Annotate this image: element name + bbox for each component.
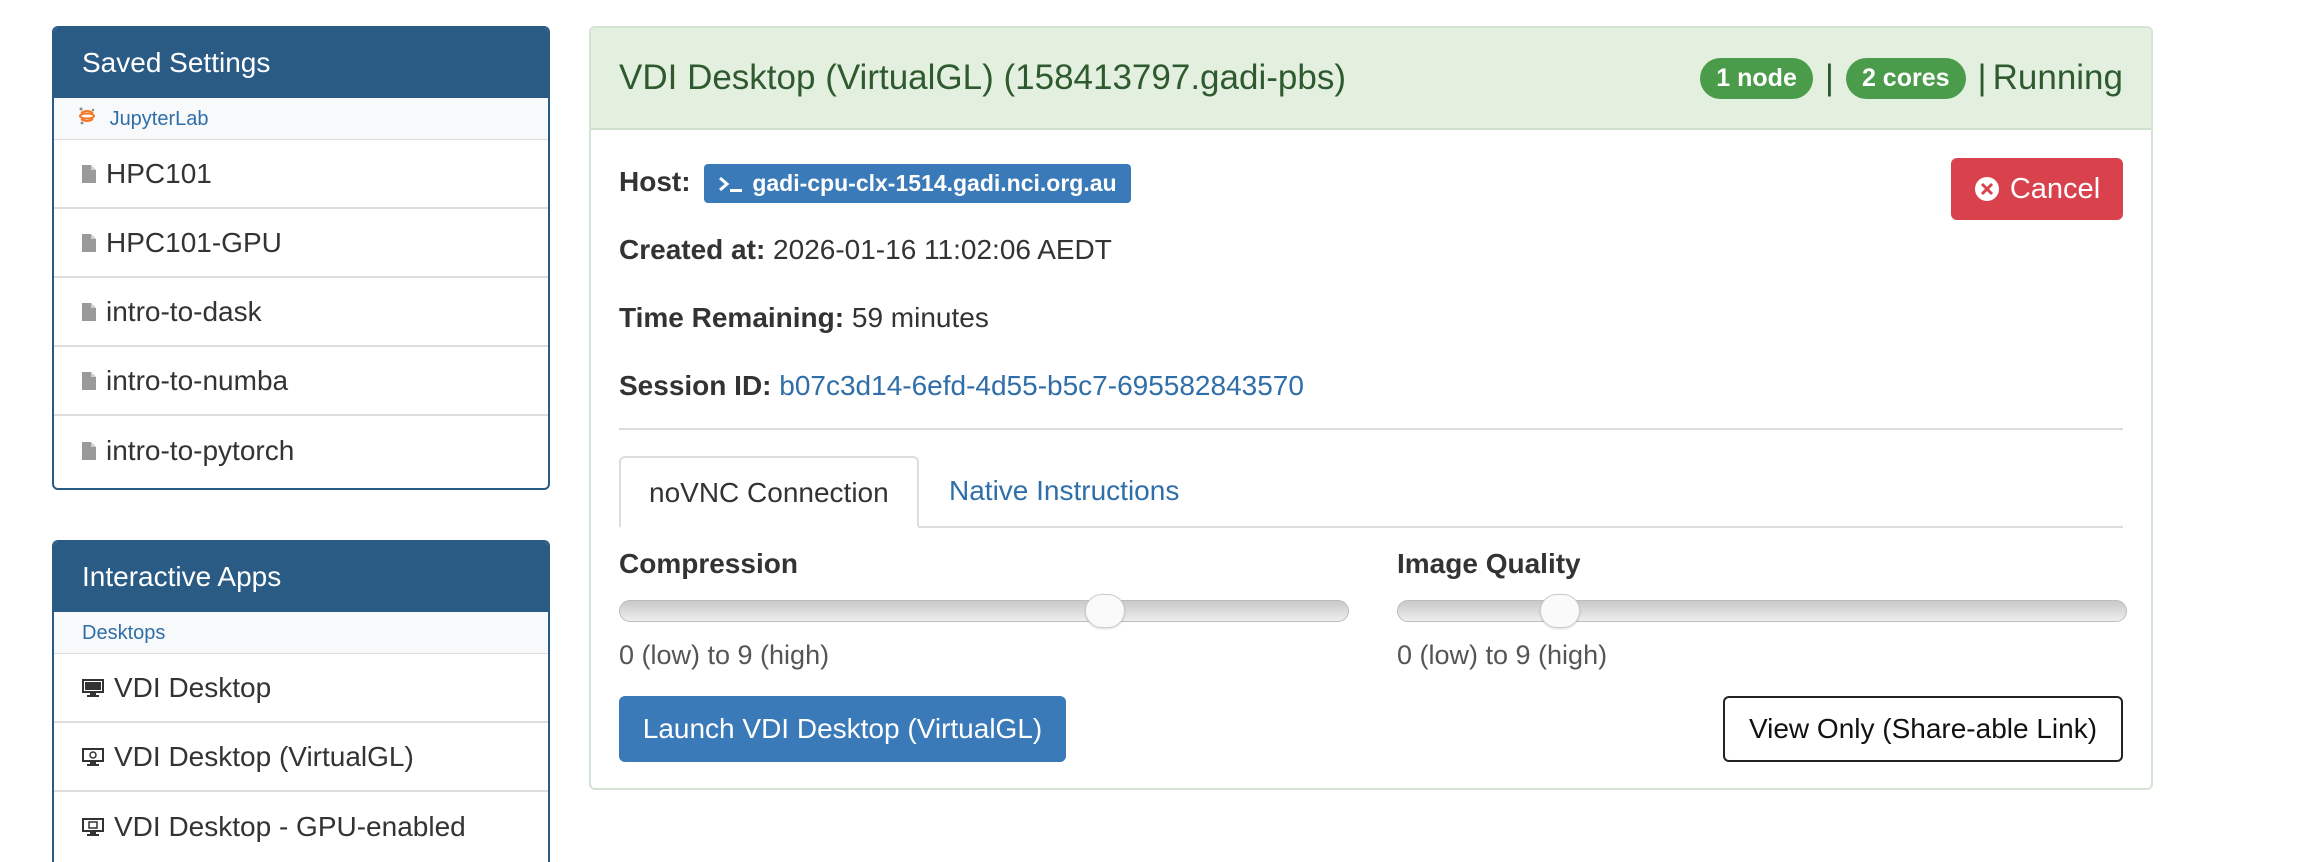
core-count-badge: 2 cores	[1845, 57, 1966, 99]
session-card-header: VDI Desktop (VirtualGL) (158413797.gadi-…	[591, 28, 2151, 130]
connection-tabs: noVNC Connection Native Instructions	[619, 456, 2123, 528]
app-vdi-desktop-gpu[interactable]: VDI Desktop - GPU-enabled	[54, 792, 548, 861]
app-vdi-desktop-virtualgl[interactable]: VDI Desktop (VirtualGL)	[54, 723, 548, 792]
app-label: VDI Desktop (VirtualGL)	[114, 740, 414, 772]
compression-slider[interactable]	[619, 594, 1349, 628]
image-quality-label: Image Quality	[1397, 548, 1581, 579]
created-value: 2026-01-16 11:02:06 AEDT	[773, 234, 1112, 265]
created-label: Created at:	[619, 234, 766, 265]
tab-native-instructions[interactable]: Native Instructions	[921, 456, 1207, 528]
app-label: VDI Desktop - GPU-enabled	[114, 810, 466, 842]
file-icon	[82, 302, 96, 321]
saved-setting-hpc101-gpu[interactable]: HPC101-GPU	[54, 209, 548, 278]
host-label: Host:	[619, 165, 691, 197]
image-quality-slider[interactable]	[1397, 594, 2127, 628]
status-separator: |	[1824, 58, 1834, 97]
saved-setting-label: HPC101-GPU	[106, 226, 282, 258]
monitor-gl-icon	[82, 747, 104, 766]
saved-setting-intro-to-dask[interactable]: intro-to-dask	[54, 278, 548, 347]
compression-help: 0 (low) to 9 (high)	[619, 640, 830, 670]
saved-setting-hpc101[interactable]: HPC101	[54, 140, 548, 209]
session-id-label: Session ID:	[619, 370, 772, 401]
image-quality-help: 0 (low) to 9 (high)	[1397, 640, 1608, 670]
saved-settings-panel: Saved Settings JupyterLab HPC101 HPC101-…	[52, 26, 550, 490]
compression-control: Compression 0 (low) to 9 (high)	[619, 548, 1349, 671]
terminal-icon	[718, 174, 744, 194]
host-value: gadi-cpu-clx-1514.gadi.nci.org.au	[752, 170, 1117, 196]
remaining-label: Time Remaining:	[619, 302, 845, 333]
cancel-button[interactable]: Cancel	[1951, 158, 2123, 220]
tab-novnc-connection[interactable]: noVNC Connection	[619, 456, 919, 528]
monitor-icon	[82, 678, 104, 697]
interactive-apps-heading: Interactive Apps	[54, 542, 548, 612]
file-icon	[82, 441, 96, 460]
file-icon	[82, 233, 96, 252]
status-text: Running	[1992, 58, 2123, 97]
compression-label: Compression	[619, 548, 798, 579]
cancel-label: Cancel	[2009, 172, 2101, 205]
host-row: Host: gadi-cpu-clx-1514.gadi.nci.org.au	[619, 164, 1131, 203]
interactive-apps-category[interactable]: Desktops	[54, 612, 548, 654]
saved-settings-category-label[interactable]: JupyterLab	[110, 108, 209, 130]
saved-setting-intro-to-numba[interactable]: intro-to-numba	[54, 347, 548, 416]
session-card: VDI Desktop (VirtualGL) (158413797.gadi-…	[589, 26, 2153, 790]
file-icon	[82, 371, 96, 390]
file-icon	[82, 164, 96, 183]
jupyter-icon	[78, 99, 96, 141]
saved-setting-label: HPC101	[106, 157, 212, 189]
remaining-row: Time Remaining: 59 minutes	[619, 302, 989, 334]
divider	[619, 428, 2123, 430]
saved-setting-label: intro-to-numba	[106, 364, 289, 396]
session-id-row: Session ID: b07c3d14-6efd-4d55-b5c7-6955…	[619, 370, 1304, 402]
compression-slider-handle[interactable]	[1085, 594, 1126, 628]
image-quality-control: Image Quality 0 (low) to 9 (high)	[1397, 548, 2127, 671]
saved-setting-label: intro-to-dask	[106, 295, 262, 327]
close-circle-icon	[1974, 176, 2000, 202]
image-quality-slider-handle[interactable]	[1539, 594, 1580, 628]
saved-setting-label: intro-to-pytorch	[106, 434, 295, 466]
saved-settings-category: JupyterLab	[54, 98, 548, 140]
session-title: VDI Desktop (VirtualGL) (158413797.gadi-…	[619, 58, 1346, 97]
interactive-apps-panel: Interactive Apps Desktops VDI Desktop VD…	[52, 540, 550, 862]
app-vdi-desktop[interactable]: VDI Desktop	[54, 654, 548, 723]
host-link[interactable]: gadi-cpu-clx-1514.gadi.nci.org.au	[704, 164, 1131, 203]
node-count-badge: 1 node	[1700, 57, 1813, 99]
view-only-button[interactable]: View Only (Share-able Link)	[1723, 696, 2123, 762]
saved-settings-heading: Saved Settings	[54, 28, 548, 98]
remaining-value: 59 minutes	[851, 302, 989, 333]
saved-setting-intro-to-pytorch[interactable]: intro-to-pytorch	[54, 416, 548, 485]
session-id-link[interactable]: b07c3d14-6efd-4d55-b5c7-695582843570	[779, 370, 1304, 401]
monitor-gpu-icon	[82, 817, 104, 836]
launch-button[interactable]: Launch VDI Desktop (VirtualGL)	[619, 696, 1066, 762]
session-status: 1 node | 2 cores | Running	[1694, 57, 2123, 99]
status-separator: |	[1977, 58, 1987, 97]
app-label: VDI Desktop	[114, 671, 272, 703]
created-row: Created at: 2026-01-16 11:02:06 AEDT	[619, 234, 1112, 266]
